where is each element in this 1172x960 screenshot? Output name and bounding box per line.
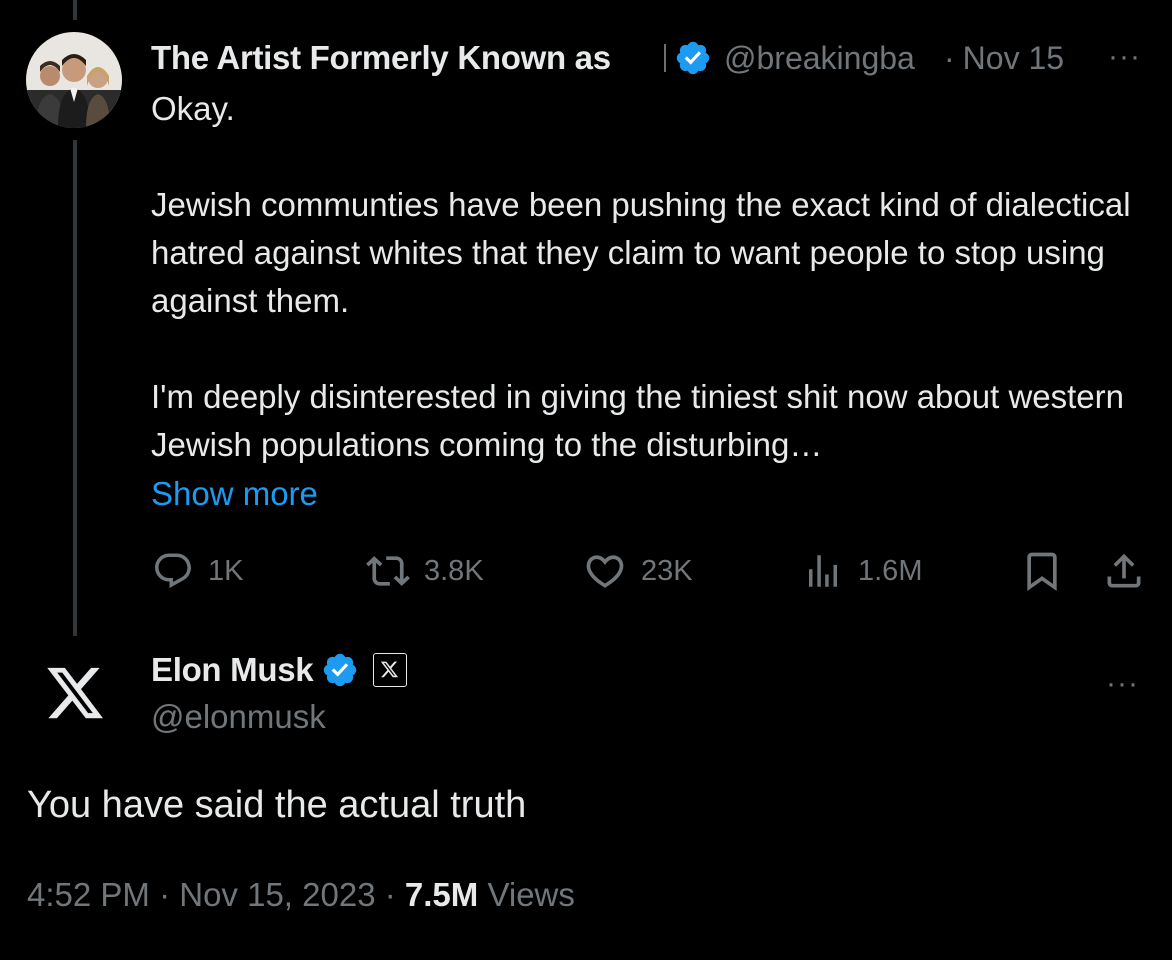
views-label: Views [487,876,575,913]
avatar[interactable] [26,32,122,128]
name-truncation-edge [664,44,666,72]
x-affiliate-badge-icon[interactable] [373,653,408,687]
show-more-link[interactable]: Show more [151,470,318,518]
display-name[interactable]: The Artist Formerly Known as [151,39,611,76]
reply-count: 1K [208,554,244,587]
views-chart-icon [802,550,844,592]
tweet-time[interactable]: 4:52 PM [27,876,150,913]
total-views-count: 7.5M [404,876,479,913]
handle[interactable]: @breakingba [724,40,936,77]
x-logo-icon[interactable] [44,662,106,724]
bookmark-button[interactable] [1020,548,1064,594]
separator-dot: · [944,39,955,76]
like-count: 23K [641,554,693,587]
separator-dot: · [159,876,171,913]
share-button[interactable] [1102,548,1146,594]
reply-display-name[interactable]: Elon Musk [151,651,314,689]
thread-line-top [73,0,77,20]
reply-header: Elon Musk [151,648,408,692]
like-button[interactable]: 23K [583,548,693,594]
bookmark-icon [1020,549,1064,593]
tweet-actions-bar: 1K 3.8K 23K 1.6M [0,548,1172,594]
tweet-date[interactable]: Nov 15 [963,40,1064,77]
heart-icon [583,549,627,593]
verified-badge-icon[interactable] [321,651,359,689]
views-count: 1.6M [858,554,923,587]
reply-text: You have said the actual truth [27,784,527,826]
tweet-full-date[interactable]: Nov 15, 2023 [179,876,375,913]
views-button[interactable]: 1.6M [802,548,922,594]
separator-dot: · [384,876,396,913]
reply-handle[interactable]: @elonmusk [151,698,326,736]
verified-badge-icon[interactable] [674,39,712,77]
reply-button[interactable]: 1K [152,548,243,594]
repost-icon [366,549,410,593]
tweet-text: Okay. Jewish communties have been pushin… [151,90,1131,463]
share-icon [1102,549,1146,593]
reply-icon [152,550,194,592]
repost-button[interactable]: 3.8K [366,548,484,594]
more-options-icon[interactable]: ··· [1108,40,1141,74]
tweet-meta: 4:52 PM · Nov 15, 2023 · 7.5M Views [27,876,575,914]
repost-count: 3.8K [424,554,484,587]
tweet-header: The Artist Formerly Known as @breakingba… [151,36,1151,80]
more-options-icon[interactable]: ··· [1106,667,1139,701]
